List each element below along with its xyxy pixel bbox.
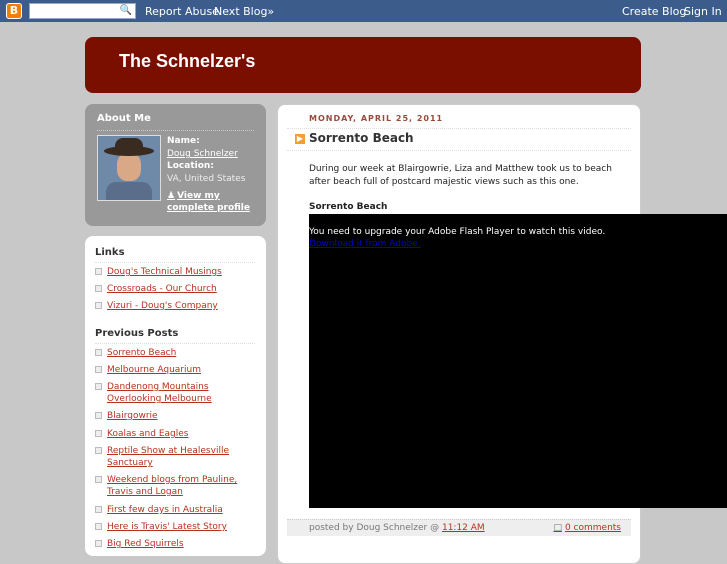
blog-header: The Schnelzer's: [85, 37, 641, 93]
bullet-icon: [95, 523, 102, 530]
view-profile-link[interactable]: ♟ View my complete profile: [167, 190, 257, 214]
post-title[interactable]: Sorrento Beach: [309, 131, 414, 145]
sidebar: Links Doug's Technical Musings Crossroad…: [85, 236, 266, 556]
bullet-icon: [95, 302, 102, 309]
location-label: Location:: [167, 161, 214, 171]
flash-upgrade-message: You need to upgrade your Adobe Flash Pla…: [309, 227, 606, 237]
divider: [97, 130, 254, 131]
post-body: During our week at Blairgowrie, Liza and…: [309, 164, 612, 187]
arrow-icon: ▶: [295, 134, 305, 144]
previous-post-link[interactable]: Koalas and Eagles: [95, 428, 260, 440]
blogger-navbar: B 🔍 Report Abuse Next Blog» Create Blog …: [0, 0, 727, 22]
sign-in-link[interactable]: Sign In: [684, 5, 722, 18]
magnifier-icon[interactable]: 🔍: [120, 5, 132, 16]
divider: [95, 262, 255, 263]
post-footer: posted by Doug Schnelzer @ 11:12 AM □ 0 c…: [287, 519, 631, 536]
previous-post-link[interactable]: Dandenong Mountains Overlooking Melbourn…: [95, 381, 260, 405]
previous-post-link[interactable]: Big Red Squirrels: [95, 538, 260, 550]
next-blog-link[interactable]: Next Blog»: [214, 5, 274, 18]
video-title: Sorrento Beach: [309, 202, 388, 212]
video-player[interactable]: You need to upgrade your Adobe Flash Pla…: [309, 214, 727, 508]
post-byline: posted by Doug Schnelzer @ 11:12 AM: [309, 523, 485, 533]
bullet-icon: [95, 430, 102, 437]
bullet-icon: [95, 383, 102, 390]
report-abuse-link[interactable]: Report Abuse: [145, 5, 219, 18]
download-flash-link[interactable]: Download it from Adobe.: [309, 239, 421, 249]
create-blog-link[interactable]: Create Blog: [622, 5, 686, 18]
previous-posts-heading: Previous Posts: [95, 328, 179, 339]
person-icon: ♟: [167, 191, 176, 201]
sidebar-link[interactable]: Vizuri - Doug's Company: [95, 300, 260, 312]
bullet-icon: [95, 506, 102, 513]
post-date: Monday, April 25, 2011: [309, 114, 444, 123]
previous-post-link[interactable]: Reptile Show at Healesville Sanctuary: [95, 445, 260, 469]
previous-post-link[interactable]: Blairgowrie: [95, 410, 260, 422]
post-permalink[interactable]: 11:12 AM: [442, 523, 485, 533]
sidebar-link[interactable]: Crossroads - Our Church: [95, 283, 260, 295]
comment-icon: □: [553, 523, 562, 533]
bullet-icon: [95, 540, 102, 547]
bullet-icon: [95, 349, 102, 356]
bullet-icon: [95, 268, 102, 275]
bullet-icon: [95, 285, 102, 292]
divider: [95, 343, 255, 344]
bullet-icon: [95, 366, 102, 373]
previous-post-link[interactable]: Here is Travis' Latest Story: [95, 521, 260, 533]
bullet-icon: [95, 476, 102, 483]
comments-link[interactable]: □ 0 comments: [553, 523, 621, 533]
about-me-panel: About Me Name: Doug Schnelzer Location: …: [85, 104, 266, 226]
links-heading: Links: [95, 247, 125, 258]
profile-photo[interactable]: [97, 135, 161, 201]
sidebar-link[interactable]: Doug's Technical Musings: [95, 266, 260, 278]
previous-post-link[interactable]: Weekend blogs from Pauline, Travis and L…: [95, 474, 260, 498]
bullet-icon: [95, 447, 102, 454]
bullet-icon: [95, 412, 102, 419]
previous-post-link[interactable]: Sorrento Beach: [95, 347, 260, 359]
location-value: VA, United States: [167, 174, 246, 184]
previous-post-link[interactable]: First few days in Australia: [95, 504, 260, 516]
previous-post-link[interactable]: Melbourne Aquarium: [95, 364, 260, 376]
name-label: Name:: [167, 136, 200, 146]
blogger-logo-icon[interactable]: B: [6, 3, 22, 19]
about-me-heading: About Me: [97, 113, 151, 124]
search-input[interactable]: 🔍: [29, 3, 136, 19]
blog-title[interactable]: The Schnelzer's: [119, 51, 255, 72]
name-value-link[interactable]: Doug Schnelzer: [167, 149, 238, 159]
